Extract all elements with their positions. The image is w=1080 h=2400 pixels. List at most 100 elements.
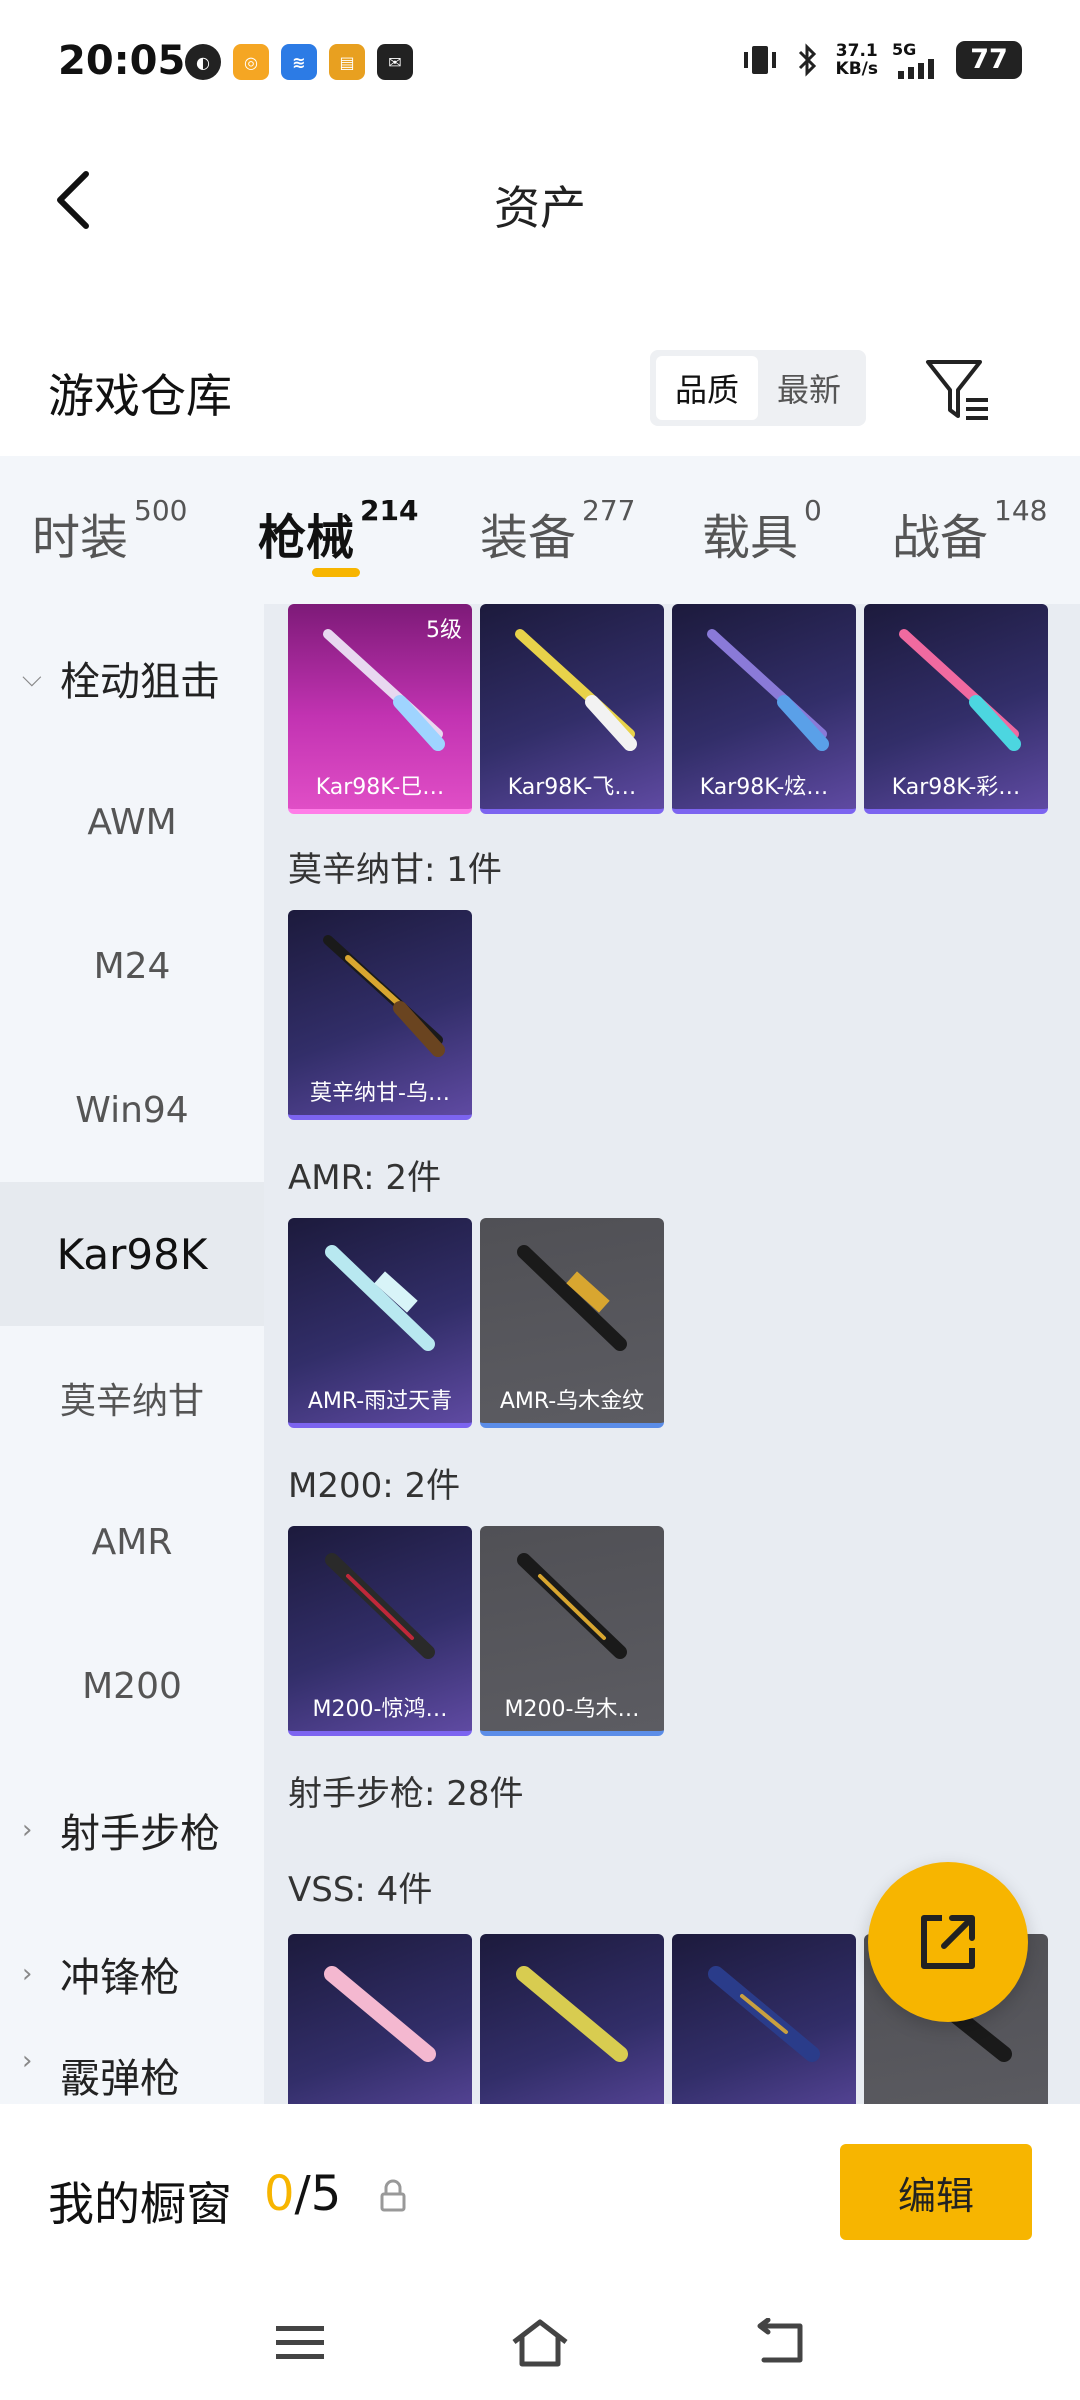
group-label-m200: M200: 2件: [288, 1466, 461, 1506]
orange-app-icon: ◎: [233, 44, 269, 80]
cell-signal: 5G: [892, 40, 942, 79]
sidebar-item-win94[interactable]: Win94: [0, 1038, 264, 1182]
weapon-name: Kar98K-巳…: [315, 775, 445, 800]
rifle-image: [324, 1966, 436, 2062]
share-icon: [921, 1915, 975, 1969]
rifle-image: [899, 629, 1021, 751]
globe-app-icon: ◐: [185, 44, 221, 80]
weapon-card[interactable]: Kar98K-炫…: [672, 604, 856, 814]
sidebar-item-mosin[interactable]: 莫辛纳甘: [0, 1326, 264, 1470]
sidebar-item-m200[interactable]: M200: [0, 1614, 264, 1758]
weapon-name: Kar98K-飞…: [507, 775, 637, 800]
sort-latest-button[interactable]: 最新: [758, 356, 860, 420]
weapon-card[interactable]: 5级 Kar98K-巳…: [288, 604, 472, 814]
bluetooth-icon: [798, 42, 816, 77]
home-button[interactable]: [500, 2308, 580, 2378]
page-title: 资产: [494, 181, 586, 235]
home-icon: [512, 2319, 568, 2367]
back-nav-button[interactable]: [740, 2308, 820, 2378]
chevron-right-icon: ›: [22, 2046, 33, 2076]
menu-button[interactable]: [260, 2308, 340, 2378]
group-label-vss: VSS: 4件: [288, 1870, 433, 1910]
weapon-name: Kar98K-炫…: [699, 775, 829, 800]
weapon-card[interactable]: [672, 1934, 856, 2104]
group-label-mosin: 莫辛纳甘: 1件: [288, 850, 502, 890]
menu-icon: [276, 2326, 324, 2359]
weapon-card[interactable]: [288, 1934, 472, 2104]
rifle-image: [323, 935, 445, 1057]
status-time: 20:05: [58, 38, 186, 84]
rifle-image: [325, 1245, 435, 1351]
warehouse-row: 游戏仓库 品质 最新: [0, 330, 1080, 450]
sidebar-category-marksman[interactable]: › 射手步枪: [0, 1758, 264, 1902]
sidebar-category-bolt-action[interactable]: ⌵ 栓动狙击: [0, 606, 264, 750]
sidebar-item-amr[interactable]: AMR: [0, 1470, 264, 1614]
group-label-amr: AMR: 2件: [288, 1158, 442, 1198]
game-app-icon: ▤: [329, 44, 365, 80]
battery-icon: 77: [956, 40, 1022, 79]
sidebar-category-smg[interactable]: › 冲锋枪: [0, 1902, 264, 2046]
sidebar-item-awm[interactable]: AWM: [0, 750, 264, 894]
rifle-image: [517, 1553, 627, 1659]
rifle-image: [708, 1966, 820, 2062]
weapon-card[interactable]: 莫辛纳甘-乌…: [288, 910, 472, 1120]
rifle-image: [517, 1245, 627, 1351]
chevron-down-icon: ⌵: [22, 662, 42, 693]
weapon-name: M200-惊鸿…: [312, 1697, 448, 1722]
tab-firearms[interactable]: 枪械 214: [258, 494, 418, 568]
weapon-name: 莫辛纳甘-乌…: [310, 1081, 450, 1106]
sidebar-item-m24[interactable]: M24: [0, 894, 264, 1038]
notification-icons: ◐ ◎ ≋ ▤ ✉: [185, 44, 413, 80]
rifle-image: [707, 629, 829, 751]
showcase-bar: 我的橱窗 0/5 编辑: [0, 2104, 1080, 2284]
chevron-right-icon: ›: [22, 1959, 33, 1989]
rifle-image: [516, 1966, 628, 2062]
blue-app-icon: ≋: [281, 44, 317, 80]
showcase-count: 0/5: [264, 2166, 342, 2222]
level-badge: 5级: [426, 618, 462, 643]
net-speed: 37.1 KB/s: [835, 40, 878, 79]
back-nav-icon: [757, 2318, 803, 2363]
weapon-name: AMR-雨过天青: [307, 1389, 453, 1414]
edit-button[interactable]: 编辑: [840, 2144, 1032, 2240]
weapon-card[interactable]: Kar98K-飞…: [480, 604, 664, 814]
rifle-image: [515, 629, 637, 751]
chevron-right-icon: ›: [22, 1815, 33, 1845]
share-button[interactable]: [868, 1862, 1028, 2022]
active-tab-indicator: [312, 568, 360, 577]
weapon-name: M200-乌木…: [504, 1697, 640, 1722]
filter-icon: [926, 360, 988, 420]
sort-quality-button[interactable]: 品质: [656, 356, 758, 420]
filter-button[interactable]: [918, 352, 998, 428]
status-bar: 20:05 ◐ ◎ ≋ ▤ ✉ 37.1 KB/s 5G 77: [0, 0, 1080, 120]
weapon-name: Kar98K-彩…: [891, 775, 1021, 800]
signal-bars-icon: [898, 59, 934, 79]
weapon-card[interactable]: M200-乌木…: [480, 1526, 664, 1736]
tab-supplies[interactable]: 战备 148: [892, 494, 1047, 568]
category-summary-marksman: 射手步枪: 28件: [288, 1774, 524, 1814]
network-type: 5G: [892, 40, 917, 59]
header: 资产: [0, 120, 1080, 280]
mail-icon: ✉: [377, 44, 413, 80]
weapon-sidebar: ⌵ 栓动狙击 AWM M24 Win94 Kar98K 莫辛纳甘 AMR M20…: [0, 604, 264, 2104]
weapon-card[interactable]: AMR-乌木金纹: [480, 1218, 664, 1428]
vibrate-icon: [743, 45, 776, 74]
weapon-name: AMR-乌木金纹: [499, 1389, 645, 1414]
tab-fashion[interactable]: 时装 500: [32, 494, 187, 568]
sort-toggle: 品质 最新: [650, 350, 866, 426]
tab-equipment[interactable]: 装备 277: [480, 494, 635, 568]
tab-vehicles[interactable]: 载具 0: [702, 494, 822, 568]
status-right: 37.1 KB/s 5G 77: [740, 40, 1022, 79]
weapon-card[interactable]: [480, 1934, 664, 2104]
rifle-image: [325, 1553, 435, 1659]
weapon-card[interactable]: Kar98K-彩…: [864, 604, 1048, 814]
system-nav-bar: [0, 2284, 1080, 2400]
warehouse-title: 游戏仓库: [48, 369, 232, 423]
weapon-card[interactable]: AMR-雨过天青: [288, 1218, 472, 1428]
category-tabs: 时装 500 枪械 214 装备 277 载具 0 战备 148: [0, 456, 1080, 604]
lock-icon: [380, 2179, 406, 2212]
weapon-card[interactable]: M200-惊鸿…: [288, 1526, 472, 1736]
showcase-label: 我的橱窗: [48, 2177, 232, 2231]
sidebar-category-shotgun[interactable]: › 霰弹枪: [0, 2046, 264, 2104]
sidebar-item-kar98k[interactable]: Kar98K: [0, 1182, 264, 1326]
